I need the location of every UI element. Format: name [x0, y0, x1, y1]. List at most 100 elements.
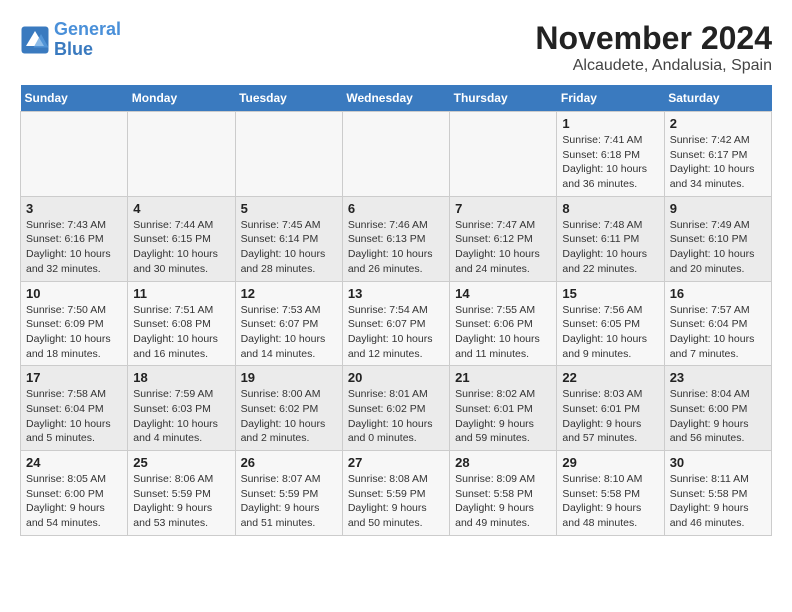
calendar-cell: 28 Sunrise: 8:09 AMSunset: 5:58 PMDayligh… — [450, 451, 557, 536]
calendar-cell: 14 Sunrise: 7:55 AMSunset: 6:06 PMDayligh… — [450, 281, 557, 366]
day-info: Sunrise: 7:53 AMSunset: 6:07 PMDaylight:… — [241, 303, 337, 362]
calendar-header-friday: Friday — [557, 85, 664, 112]
day-number: 19 — [241, 370, 337, 385]
calendar-cell: 21Sunrise: 8:02 AMSunset: 6:01 PMDayligh… — [450, 366, 557, 451]
day-number: 7 — [455, 201, 551, 216]
header: General Blue November 2024 Alcaudete, An… — [20, 20, 772, 75]
calendar-cell: 29 Sunrise: 8:10 AMSunset: 5:58 PMDayligh… — [557, 451, 664, 536]
day-info: Sunrise: 7:56 AMSunset: 6:05 PMDaylight:… — [562, 303, 658, 362]
title-area: November 2024 Alcaudete, Andalusia, Spai… — [535, 20, 772, 75]
logo-line1: General — [54, 19, 121, 39]
day-number: 25 — [133, 455, 229, 470]
day-info: Sunrise: 7:41 AMSunset: 6:18 PMDaylight:… — [562, 133, 658, 192]
calendar-cell: 5 Sunrise: 7:45 AMSunset: 6:14 PMDaylight… — [235, 196, 342, 281]
day-info: Sunrise: 7:57 AMSunset: 6:04 PMDaylight:… — [670, 303, 766, 362]
calendar-week-5: 24Sunrise: 8:05 AMSunset: 6:00 PMDayligh… — [21, 451, 772, 536]
day-info: Sunrise: 7:43 AMSunset: 6:16 PMDaylight:… — [26, 218, 122, 277]
calendar-cell — [235, 112, 342, 197]
day-info: Sunrise: 7:49 AMSunset: 6:10 PMDaylight:… — [670, 218, 766, 277]
day-info: Sunrise: 8:00 AMSunset: 6:02 PMDaylight:… — [241, 387, 337, 446]
day-number: 30 — [670, 455, 766, 470]
day-number: 14 — [455, 286, 551, 301]
calendar-week-2: 3 Sunrise: 7:43 AMSunset: 6:16 PMDaylight… — [21, 196, 772, 281]
day-number: 29 — [562, 455, 658, 470]
day-info: Sunrise: 7:44 AMSunset: 6:15 PMDaylight:… — [133, 218, 229, 277]
page-subtitle: Alcaudete, Andalusia, Spain — [535, 57, 772, 75]
calendar-header-thursday: Thursday — [450, 85, 557, 112]
calendar-cell: 2 Sunrise: 7:42 AMSunset: 6:17 PMDaylight… — [664, 112, 771, 197]
calendar-header-sunday: Sunday — [21, 85, 128, 112]
day-info: Sunrise: 7:50 AMSunset: 6:09 PMDaylight:… — [26, 303, 122, 362]
calendar-cell: 16 Sunrise: 7:57 AMSunset: 6:04 PMDayligh… — [664, 281, 771, 366]
day-number: 11 — [133, 286, 229, 301]
page-title: November 2024 — [535, 20, 772, 57]
calendar-cell: 4 Sunrise: 7:44 AMSunset: 6:15 PMDaylight… — [128, 196, 235, 281]
calendar-cell: 22Sunrise: 8:03 AMSunset: 6:01 PMDayligh… — [557, 366, 664, 451]
calendar-cell: 1 Sunrise: 7:41 AMSunset: 6:18 PMDaylight… — [557, 112, 664, 197]
day-info: Sunrise: 7:59 AMSunset: 6:03 PMDaylight:… — [133, 387, 229, 446]
day-info: Sunrise: 7:45 AMSunset: 6:14 PMDaylight:… — [241, 218, 337, 277]
calendar-week-4: 17Sunrise: 7:58 AMSunset: 6:04 PMDayligh… — [21, 366, 772, 451]
calendar-cell: 30Sunrise: 8:11 AMSunset: 5:58 PMDayligh… — [664, 451, 771, 536]
calendar-cell — [128, 112, 235, 197]
calendar-cell: 18 Sunrise: 7:59 AMSunset: 6:03 PMDayligh… — [128, 366, 235, 451]
day-info: Sunrise: 7:55 AMSunset: 6:06 PMDaylight:… — [455, 303, 551, 362]
day-info: Sunrise: 7:47 AMSunset: 6:12 PMDaylight:… — [455, 218, 551, 277]
day-number: 22 — [562, 370, 658, 385]
calendar-header-tuesday: Tuesday — [235, 85, 342, 112]
calendar-cell: 6 Sunrise: 7:46 AMSunset: 6:13 PMDaylight… — [342, 196, 449, 281]
day-info: Sunrise: 7:51 AMSunset: 6:08 PMDaylight:… — [133, 303, 229, 362]
day-number: 18 — [133, 370, 229, 385]
calendar-cell: 15 Sunrise: 7:56 AMSunset: 6:05 PMDayligh… — [557, 281, 664, 366]
calendar-cell: 19 Sunrise: 8:00 AMSunset: 6:02 PMDayligh… — [235, 366, 342, 451]
day-info: Sunrise: 8:04 AMSunset: 6:00 PMDaylight:… — [670, 387, 766, 446]
day-number: 2 — [670, 116, 766, 131]
calendar-cell: 17Sunrise: 7:58 AMSunset: 6:04 PMDayligh… — [21, 366, 128, 451]
logo-text: General Blue — [54, 20, 121, 60]
calendar-cell: 3 Sunrise: 7:43 AMSunset: 6:16 PMDaylight… — [21, 196, 128, 281]
calendar-week-3: 10 Sunrise: 7:50 AMSunset: 6:09 PMDayligh… — [21, 281, 772, 366]
calendar-cell: 27Sunrise: 8:08 AMSunset: 5:59 PMDayligh… — [342, 451, 449, 536]
calendar-cell — [450, 112, 557, 197]
day-info: Sunrise: 8:10 AMSunset: 5:58 PMDaylight:… — [562, 472, 658, 531]
calendar-week-1: 1 Sunrise: 7:41 AMSunset: 6:18 PMDaylight… — [21, 112, 772, 197]
calendar-header-row: SundayMondayTuesdayWednesdayThursdayFrid… — [21, 85, 772, 112]
day-number: 23 — [670, 370, 766, 385]
day-number: 5 — [241, 201, 337, 216]
calendar-cell: 25 Sunrise: 8:06 AMSunset: 5:59 PMDayligh… — [128, 451, 235, 536]
day-number: 16 — [670, 286, 766, 301]
day-number: 1 — [562, 116, 658, 131]
day-number: 28 — [455, 455, 551, 470]
logo-line2: Blue — [54, 39, 93, 59]
day-number: 8 — [562, 201, 658, 216]
day-number: 4 — [133, 201, 229, 216]
calendar-header-monday: Monday — [128, 85, 235, 112]
day-info: Sunrise: 7:58 AMSunset: 6:04 PMDaylight:… — [26, 387, 122, 446]
calendar-table: SundayMondayTuesdayWednesdayThursdayFrid… — [20, 85, 772, 536]
day-number: 20 — [348, 370, 444, 385]
day-info: Sunrise: 8:06 AMSunset: 5:59 PMDaylight:… — [133, 472, 229, 531]
calendar-cell — [342, 112, 449, 197]
calendar-cell: 12Sunrise: 7:53 AMSunset: 6:07 PMDayligh… — [235, 281, 342, 366]
day-number: 15 — [562, 286, 658, 301]
calendar-header-wednesday: Wednesday — [342, 85, 449, 112]
calendar-cell: 8Sunrise: 7:48 AMSunset: 6:11 PMDaylight… — [557, 196, 664, 281]
day-info: Sunrise: 8:01 AMSunset: 6:02 PMDaylight:… — [348, 387, 444, 446]
day-info: Sunrise: 8:09 AMSunset: 5:58 PMDaylight:… — [455, 472, 551, 531]
day-number: 24 — [26, 455, 122, 470]
day-number: 26 — [241, 455, 337, 470]
day-info: Sunrise: 7:42 AMSunset: 6:17 PMDaylight:… — [670, 133, 766, 192]
calendar-cell: 10 Sunrise: 7:50 AMSunset: 6:09 PMDayligh… — [21, 281, 128, 366]
day-number: 10 — [26, 286, 122, 301]
day-number: 6 — [348, 201, 444, 216]
calendar-cell — [21, 112, 128, 197]
day-info: Sunrise: 7:54 AMSunset: 6:07 PMDaylight:… — [348, 303, 444, 362]
calendar-cell: 24Sunrise: 8:05 AMSunset: 6:00 PMDayligh… — [21, 451, 128, 536]
day-number: 21 — [455, 370, 551, 385]
day-number: 3 — [26, 201, 122, 216]
logo-icon — [20, 25, 50, 55]
day-number: 9 — [670, 201, 766, 216]
day-info: Sunrise: 7:46 AMSunset: 6:13 PMDaylight:… — [348, 218, 444, 277]
day-number: 27 — [348, 455, 444, 470]
day-number: 13 — [348, 286, 444, 301]
